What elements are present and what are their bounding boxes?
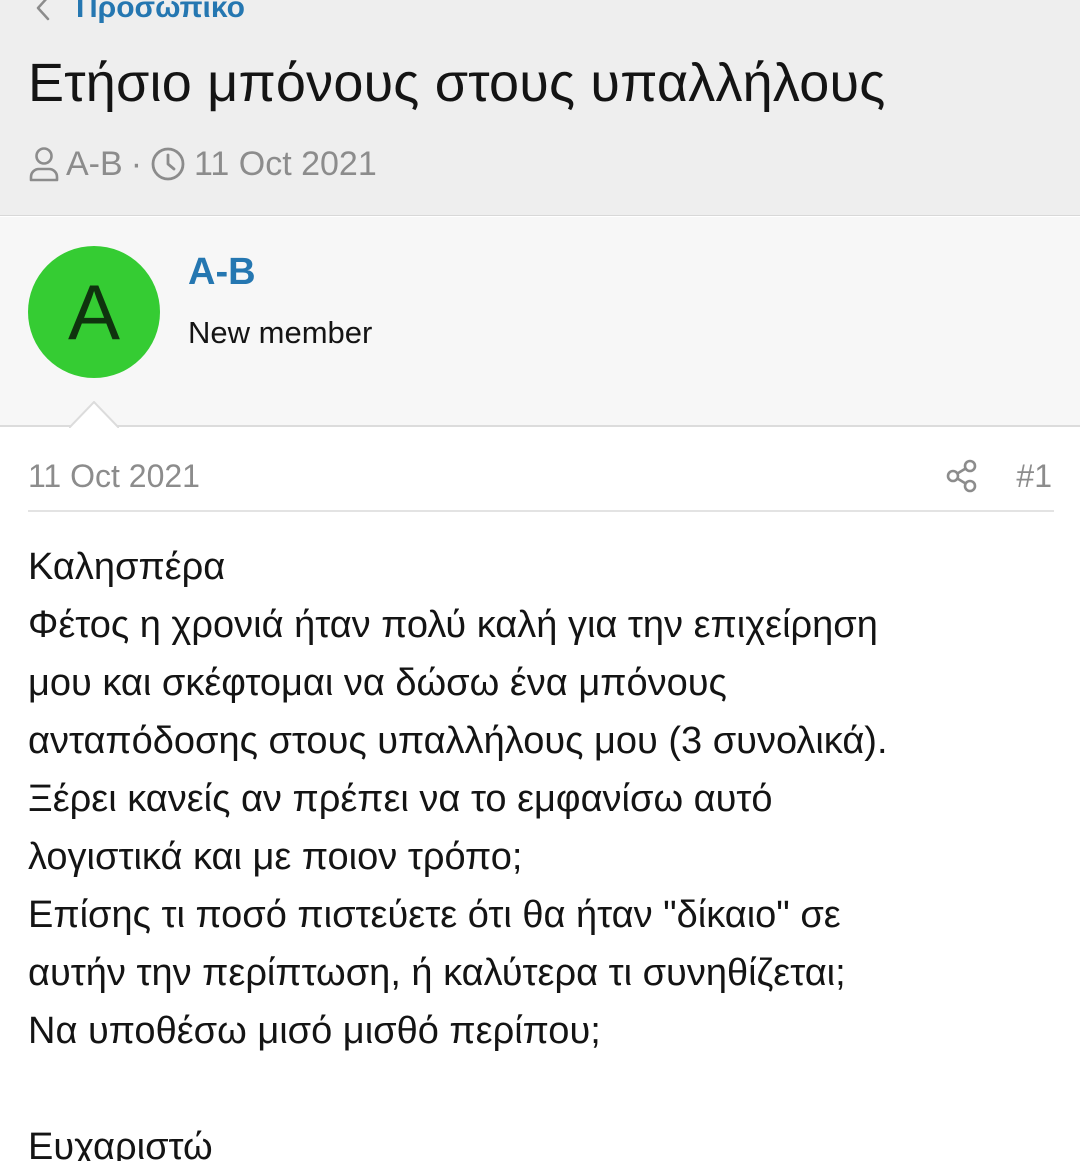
post-line: μου και σκέφτομαι να δώσω ένα μπόνους — [28, 662, 727, 704]
avatar[interactable]: A — [28, 246, 160, 378]
post-body: Καλησπέρα Φέτος η χρονιά ήταν πολύ καλή … — [28, 538, 1058, 1161]
post-line: αυτήν την περίπτωση, ή καλύτερα τι συνηθ… — [28, 952, 846, 994]
chevron-left-icon[interactable] — [32, 0, 54, 23]
post-line: λογιστικά και με ποιον τρόπο; — [28, 836, 523, 878]
thread-meta: A-B · 11 Oct 2021 — [28, 142, 377, 186]
post-line: Φέτος η χρονιά ήταν πολύ καλή για την επ… — [28, 604, 878, 646]
meta-separator: · — [130, 144, 143, 183]
page-title: Ετήσιο μπόνους στους υπαλλήλους — [28, 53, 886, 113]
share-icon[interactable] — [945, 458, 979, 494]
thread-header: Προσωπικό Ετήσιο μπόνους στους υπαλλήλου… — [0, 0, 1080, 216]
post-line: Να υποθέσω μισό μισθό περίπου; — [28, 1010, 601, 1052]
username-link[interactable]: A-B — [188, 251, 256, 294]
breadcrumb[interactable]: Προσωπικό — [32, 0, 245, 28]
post-date-link[interactable]: 11 Oct 2021 — [28, 458, 200, 495]
thread-date-link[interactable]: 11 Oct 2021 — [194, 145, 377, 184]
post-number-link[interactable]: #1 — [1016, 458, 1052, 495]
thread-author-link[interactable]: A-B — [66, 145, 123, 184]
post-line: Καλησπέρα — [28, 546, 226, 588]
post-blank-line — [28, 1060, 1058, 1118]
post-user-block: A A-B New member — [0, 217, 1080, 427]
post-line: ανταπόδοσης στους υπαλλήλους μου (3 συνο… — [28, 720, 888, 762]
post-line: Επίσης τι ποσό πιστεύετε ότι θα ήταν "δί… — [28, 894, 841, 936]
post-header: 11 Oct 2021 #1 — [28, 452, 1054, 512]
user-block-arrow — [69, 401, 119, 428]
user-title: New member — [188, 315, 373, 350]
user-icon — [28, 146, 60, 182]
post-line: Ξέρει κανείς αν πρέπει να το εμφανίσω αυ… — [28, 778, 773, 820]
clock-icon — [150, 146, 186, 182]
post-closing: Ευχαριστώ — [28, 1126, 213, 1161]
breadcrumb-link-personnel[interactable]: Προσωπικό — [76, 0, 245, 25]
